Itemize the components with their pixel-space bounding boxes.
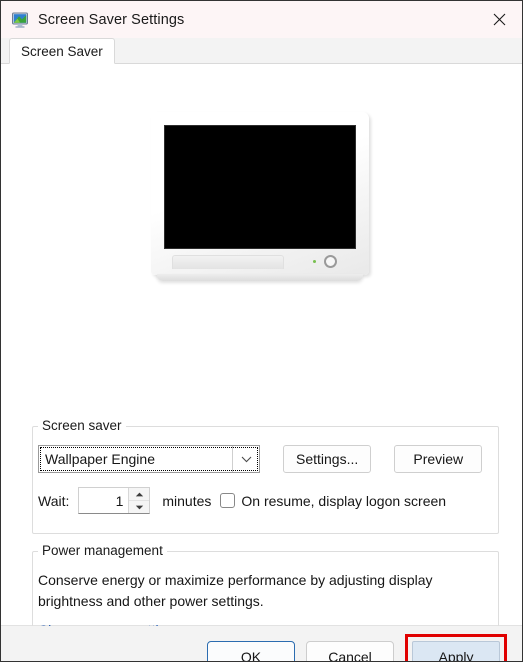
caret-down-icon [135, 505, 144, 509]
monitor-power-button-icon [323, 255, 337, 268]
wait-minutes-input[interactable]: 1 [79, 488, 128, 513]
tab-strip: Screen Saver [1, 38, 522, 64]
power-management-description: Conserve energy or maximize performance … [38, 572, 433, 609]
on-resume-label[interactable]: On resume, display logon screen [241, 493, 446, 509]
window-title: Screen Saver Settings [38, 11, 185, 28]
screen-saver-group: Screen saver Wallpaper Engine Settings..… [32, 418, 499, 534]
apply-button-highlight: Apply [405, 634, 507, 661]
monitor-screen [163, 125, 356, 249]
settings-button[interactable]: Settings... [283, 445, 372, 473]
close-button[interactable] [477, 1, 522, 38]
monitor-bezel [150, 112, 369, 275]
stepper-up-button[interactable] [129, 488, 150, 501]
chevron-down-icon[interactable] [232, 446, 259, 472]
titlebar: Screen Saver Settings [1, 1, 522, 38]
apply-button[interactable]: Apply [412, 641, 500, 661]
ok-button[interactable]: OK [207, 641, 295, 661]
stepper-down-button[interactable] [129, 501, 149, 513]
chevron-down-glyph [241, 456, 251, 462]
screen-saver-group-label: Screen saver [38, 418, 126, 433]
display-monitor-icon [12, 12, 28, 28]
close-icon [493, 13, 506, 26]
wait-stepper-buttons [128, 488, 150, 513]
preview-button[interactable]: Preview [394, 445, 483, 473]
screen-saver-select-row: Wallpaper Engine Settings... Preview [38, 445, 483, 473]
tab-screen-saver[interactable]: Screen Saver [9, 38, 115, 64]
caret-up-icon [135, 492, 144, 496]
monitor-preview [1, 112, 522, 294]
on-resume-checkbox[interactable] [220, 493, 236, 508]
monitor-stand [156, 274, 363, 281]
monitor-led-icon [312, 260, 316, 263]
wait-row: Wait: 1 minutes On resume, display logon… [38, 487, 446, 514]
power-management-group-label: Power management [38, 543, 167, 558]
dialog-footer: OK Cancel Apply [1, 626, 522, 661]
wait-label: Wait: [38, 492, 70, 509]
dialog-body: Screen saver Wallpaper Engine Settings..… [1, 64, 522, 648]
cancel-button[interactable]: Cancel [306, 641, 394, 661]
monitor-base-strip [171, 255, 284, 269]
screen-saver-combobox-value: Wallpaper Engine [45, 451, 155, 467]
screen-saver-settings-window: Screen Saver Settings Screen Saver Scree… [0, 0, 523, 662]
wait-minutes-stepper[interactable]: 1 [78, 487, 151, 514]
minutes-label: minutes [162, 492, 212, 509]
screen-saver-combobox[interactable]: Wallpaper Engine [38, 445, 260, 473]
